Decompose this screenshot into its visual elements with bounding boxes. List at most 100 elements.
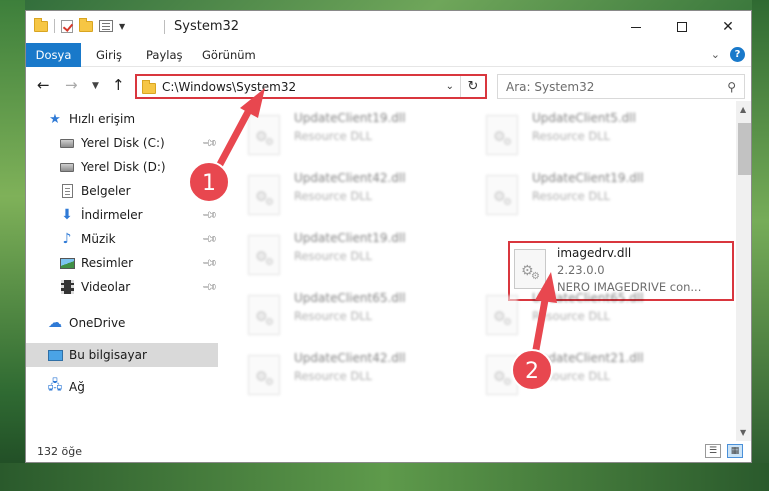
scrollbar-thumb[interactable]: [738, 123, 751, 175]
close-icon: ✕: [722, 19, 734, 35]
address-bar[interactable]: C:\Windows\System32 ⌄ ↻: [135, 74, 487, 99]
dll-file-icon: ⚙ ⚙: [248, 355, 280, 395]
pin-icon[interactable]: 📌︎: [201, 279, 218, 296]
sidebar-item-this-pc[interactable]: Bu bilgisayar: [26, 343, 218, 367]
file-tile[interactable]: ⚙ ⚙ UpdateClient21.dll Resource DLL: [460, 347, 680, 405]
dll-file-icon: ⚙ ⚙: [486, 115, 518, 155]
sidebar-item-local-disk-c[interactable]: Yerel Disk (C:) 📌︎: [26, 131, 218, 155]
file-type: Resource DLL: [532, 309, 611, 323]
help-icon[interactable]: ?: [730, 47, 745, 62]
cloud-icon: ☁: [48, 315, 62, 331]
sidebar-item-network[interactable]: 🖧︎ Ağ: [26, 375, 218, 399]
file-tile[interactable]: ⚙ ⚙ UpdateClient65.dll Resource DLL: [460, 287, 680, 345]
tab-home[interactable]: Giriş: [86, 43, 132, 67]
vertical-scrollbar[interactable]: ▲ ▼: [736, 101, 751, 441]
item-count: 132 öğe: [37, 445, 82, 458]
file-name: UpdateClient65.dll: [532, 291, 644, 305]
file-type: Resource DLL: [294, 249, 373, 263]
folder-icon: [34, 17, 48, 32]
file-type: Resource DLL: [532, 129, 611, 143]
dll-file-icon: ⚙ ⚙: [248, 115, 280, 155]
expand-ribbon-chevron-icon[interactable]: ⌄: [711, 48, 720, 61]
pin-icon[interactable]: 📌︎: [201, 207, 218, 224]
file-name: UpdateClient19.dll: [532, 171, 644, 185]
properties-check-icon[interactable]: [61, 19, 73, 33]
chevron-down-icon[interactable]: ▼: [119, 22, 125, 31]
file-name: UpdateClient65.dll: [294, 291, 406, 305]
sidebar-item-documents[interactable]: Belgeler: [26, 179, 218, 203]
view-toggle: ☰ ▦: [705, 444, 743, 458]
file-tile[interactable]: ⚙ ⚙ UpdateClient19.dll Resource DLL: [222, 227, 442, 285]
maximize-button[interactable]: [659, 11, 705, 43]
file-type: Resource DLL: [294, 369, 373, 383]
sidebar-item-videos[interactable]: Videolar 📌︎: [26, 275, 218, 299]
scroll-down-icon[interactable]: ▼: [740, 428, 746, 437]
file-name: UpdateClient5.dll: [532, 111, 636, 125]
file-tile[interactable]: ⚙ ⚙ UpdateClient42.dll Resource DLL: [222, 167, 442, 225]
tab-view[interactable]: Görünüm: [192, 43, 266, 67]
dll-file-icon: ⚙ ⚙: [248, 175, 280, 215]
sidebar-item-label: Hızlı erişim: [69, 112, 136, 126]
quick-access-toolbar: ▼: [34, 17, 125, 33]
drive-icon: [59, 160, 75, 174]
file-name: UpdateClient19.dll: [294, 111, 406, 125]
search-placeholder: Ara: System32: [506, 79, 595, 94]
recent-locations-chevron-icon[interactable]: ▼: [92, 81, 99, 91]
sidebar-item-label: Müzik: [81, 232, 116, 246]
sidebar-item-label: Yerel Disk (C:): [81, 136, 165, 150]
sidebar-item-label: OneDrive: [69, 316, 126, 330]
forward-arrow-icon[interactable]: →: [65, 76, 78, 94]
address-path[interactable]: C:\Windows\System32: [162, 80, 440, 94]
file-tile[interactable]: ⚙ ⚙ UpdateClient65.dll Resource DLL: [222, 287, 442, 345]
dll-file-icon: ⚙ ⚙: [248, 295, 280, 335]
maximize-icon: [677, 22, 687, 32]
title-separator: [164, 20, 165, 34]
tab-file[interactable]: Dosya: [26, 43, 81, 67]
refresh-icon[interactable]: ↻: [461, 79, 485, 94]
file-tile[interactable]: ⚙ ⚙ UpdateClient19.dll Resource DLL: [460, 167, 680, 225]
sidebar-item-music[interactable]: ♪ Müzik 📌︎: [26, 227, 218, 251]
back-arrow-icon[interactable]: ←: [37, 76, 50, 94]
sidebar-item-quick-access[interactable]: ★ Hızlı erişim: [26, 107, 218, 131]
downloads-icon: ⬇: [61, 207, 73, 223]
scroll-up-icon[interactable]: ▲: [740, 105, 746, 114]
navigation-pane: ★ Hızlı erişim Yerel Disk (C:) 📌︎ Yerel …: [26, 107, 218, 442]
tab-share[interactable]: Paylaş: [136, 43, 193, 67]
dll-file-icon: ⚙ ⚙: [486, 355, 518, 395]
file-tile[interactable]: ⚙ ⚙ UpdateClient5.dll Resource DLL: [460, 107, 680, 165]
address-folder-icon: [142, 79, 156, 94]
close-button[interactable]: ✕: [705, 11, 751, 43]
desktop-background-right: [752, 0, 769, 491]
sidebar-item-label: Videolar: [81, 280, 131, 294]
file-name: UpdateClient42.dll: [294, 171, 406, 185]
new-folder-icon[interactable]: [79, 17, 93, 32]
sidebar-item-label: Resimler: [81, 256, 134, 270]
window-controls: ✕: [613, 11, 751, 43]
sidebar-item-downloads[interactable]: ⬇ İndirmeler 📌︎: [26, 203, 218, 227]
sidebar-item-pictures[interactable]: Resimler 📌︎: [26, 251, 218, 275]
address-dropdown-chevron-icon[interactable]: ⌄: [440, 81, 460, 92]
dll-file-icon: ⚙ ⚙: [514, 249, 546, 289]
music-icon: ♪: [62, 231, 72, 247]
file-tile[interactable]: ⚙ ⚙ UpdateClient19.dll Resource DLL: [222, 107, 442, 165]
file-list: ⚙ ⚙ UpdateClient19.dll Resource DLL ⚙ ⚙ Up…: [222, 107, 736, 443]
file-tile[interactable]: ⚙ ⚙ UpdateClient42.dll Resource DLL: [222, 347, 442, 405]
minimize-button[interactable]: [613, 11, 659, 43]
computer-icon: [47, 348, 63, 362]
desktop-background-bottom: [0, 463, 769, 491]
pin-icon[interactable]: 📌︎: [201, 135, 218, 152]
details-view-icon[interactable]: ☰: [705, 444, 721, 458]
search-input[interactable]: Ara: System32 ⚲: [497, 74, 745, 99]
file-type: Resource DLL: [294, 189, 373, 203]
sidebar-item-local-disk-d[interactable]: Yerel Disk (D:): [26, 155, 218, 179]
title-bar: ▼ System32 ✕: [26, 11, 751, 43]
sidebar-item-label: Yerel Disk (D:): [81, 160, 166, 174]
pin-icon[interactable]: 📌︎: [201, 231, 218, 248]
pin-icon[interactable]: 📌︎: [201, 255, 218, 272]
tiles-view-icon[interactable]: ▦: [727, 444, 743, 458]
customize-icon[interactable]: [99, 20, 113, 32]
sidebar-item-onedrive[interactable]: ☁ OneDrive: [26, 311, 218, 335]
sidebar-item-label: Ağ: [69, 380, 85, 394]
up-arrow-icon[interactable]: ↑: [112, 76, 125, 94]
file-name: UpdateClient42.dll: [294, 351, 406, 365]
